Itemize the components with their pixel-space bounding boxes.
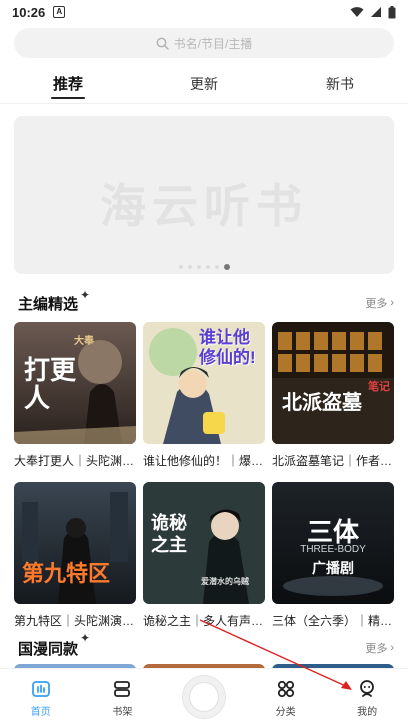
book-cover: 诡秘之主 爱潜水的乌贼 bbox=[143, 482, 265, 604]
book-card[interactable]: 诡秘之主 爱潜水的乌贼 诡秘之主｜多人有声剧… bbox=[143, 482, 265, 629]
play-icon[interactable] bbox=[181, 675, 226, 719]
nav-bookshelf[interactable]: 书架 bbox=[82, 679, 164, 718]
carousel-indicator bbox=[14, 264, 394, 270]
nav-label: 我的 bbox=[357, 707, 378, 718]
cover-title: 第九特区 bbox=[22, 561, 111, 586]
search-input[interactable]: 书名/节目/主播 bbox=[14, 28, 394, 58]
cover-title: 北派盗墓 bbox=[282, 392, 362, 414]
category-icon bbox=[277, 680, 294, 698]
nav-label: 首页 bbox=[30, 707, 51, 718]
section-header-editor-picks: 主编精选 ✦ 更多 › bbox=[14, 288, 394, 314]
cover-small-text: THREE-BODY bbox=[300, 544, 366, 555]
book-cover: 第九特区 bbox=[14, 482, 136, 604]
book-title: 大奉打更人｜头陀渊… bbox=[14, 454, 135, 468]
cover-title: 打更人 bbox=[24, 355, 77, 413]
carousel-dot bbox=[187, 265, 192, 269]
nav-label: 分类 bbox=[275, 707, 296, 718]
search-placeholder: 书名/节目/主播 bbox=[173, 36, 253, 51]
banner-carousel[interactable]: 海云听书 bbox=[14, 116, 394, 274]
profile-icon bbox=[360, 680, 375, 697]
book-cover: 三体 THREE-BODY 广播剧 bbox=[272, 482, 394, 604]
status-time: 10:26 bbox=[12, 4, 46, 20]
book-card[interactable]: 谁让他修仙的! 谁让他修仙的！｜爆… bbox=[143, 322, 265, 469]
sparkle-icon: ✦ bbox=[80, 631, 91, 645]
carousel-dot bbox=[214, 265, 219, 269]
more-label: 更多 bbox=[365, 643, 388, 655]
book-card[interactable]: 三体 THREE-BODY 广播剧 三体（全六季）｜精品… bbox=[272, 482, 394, 629]
signal-icon bbox=[371, 7, 381, 17]
battery-icon bbox=[388, 5, 396, 18]
more-link[interactable]: 更多 › bbox=[365, 295, 394, 311]
status-bar: 10:26 A bbox=[0, 0, 408, 24]
carousel-dot bbox=[178, 265, 183, 269]
cover-title: 诡秘之主 bbox=[151, 513, 187, 555]
carousel-dot-active bbox=[223, 264, 230, 270]
nav-label: 书架 bbox=[112, 707, 133, 718]
book-card[interactable]: 第九特区 第九特区｜头陀渊演… bbox=[14, 482, 136, 629]
tab-recommend[interactable]: 推荐 bbox=[0, 64, 136, 103]
bookshelf-icon bbox=[114, 681, 131, 697]
book-title: 北派盗墓笔记｜作者… bbox=[272, 454, 393, 468]
more-label: 更多 bbox=[365, 298, 388, 310]
cover-small-text: 大奉 bbox=[74, 336, 94, 347]
book-cover: 打更人 大奉 bbox=[14, 322, 136, 444]
status-icons bbox=[350, 5, 396, 19]
book-card[interactable]: 打更人 大奉 大奉打更人｜头陀渊… bbox=[14, 322, 136, 469]
tab-bar: 推荐 更新 新书 bbox=[0, 64, 408, 104]
book-cover: 北派盗墓 笔记 bbox=[272, 322, 394, 444]
book-title: 三体（全六季）｜精品… bbox=[272, 614, 394, 628]
nav-home[interactable]: 首页 bbox=[0, 679, 82, 718]
banner-placeholder-text: 海云听书 bbox=[100, 180, 308, 232]
search-icon bbox=[156, 37, 169, 50]
book-title: 第九特区｜头陀渊演… bbox=[14, 614, 135, 628]
chevron-right-icon: › bbox=[390, 642, 394, 654]
tab-updates[interactable]: 更新 bbox=[136, 64, 272, 103]
sparkle-icon: ✦ bbox=[80, 288, 91, 302]
wifi-icon bbox=[350, 7, 364, 17]
home-icon bbox=[31, 681, 50, 697]
book-title: 谁让他修仙的！｜爆… bbox=[143, 454, 264, 468]
notification-a-icon: A bbox=[53, 6, 66, 18]
cover-small-text: 笔记 bbox=[368, 381, 390, 393]
book-cover: 谁让他修仙的! bbox=[143, 322, 265, 444]
cover-small-text: 爱潜水的乌贼 bbox=[201, 577, 249, 586]
section-title: 主编精选 bbox=[14, 293, 83, 314]
more-link[interactable]: 更多 › bbox=[365, 640, 394, 656]
bottom-navigation: 首页 书架 分类 我的 bbox=[0, 668, 408, 725]
nav-category[interactable]: 分类 bbox=[245, 679, 327, 718]
carousel-dot bbox=[196, 265, 201, 269]
cover-subtitle: 广播剧 bbox=[312, 560, 354, 576]
book-title: 诡秘之主｜多人有声剧… bbox=[143, 614, 265, 628]
tab-new-books[interactable]: 新书 bbox=[272, 64, 408, 103]
nav-player[interactable] bbox=[163, 675, 245, 719]
chevron-right-icon: › bbox=[390, 297, 394, 309]
cover-title: 谁让他修仙的! bbox=[199, 328, 256, 367]
carousel-dot bbox=[205, 265, 210, 269]
nav-profile[interactable]: 我的 bbox=[326, 679, 408, 718]
section-title: 国漫同款 bbox=[14, 638, 83, 659]
section-header-anime: 国漫同款 ✦ 更多 › bbox=[14, 631, 394, 659]
book-card[interactable]: 北派盗墓 笔记 北派盗墓笔记｜作者… bbox=[272, 322, 394, 469]
